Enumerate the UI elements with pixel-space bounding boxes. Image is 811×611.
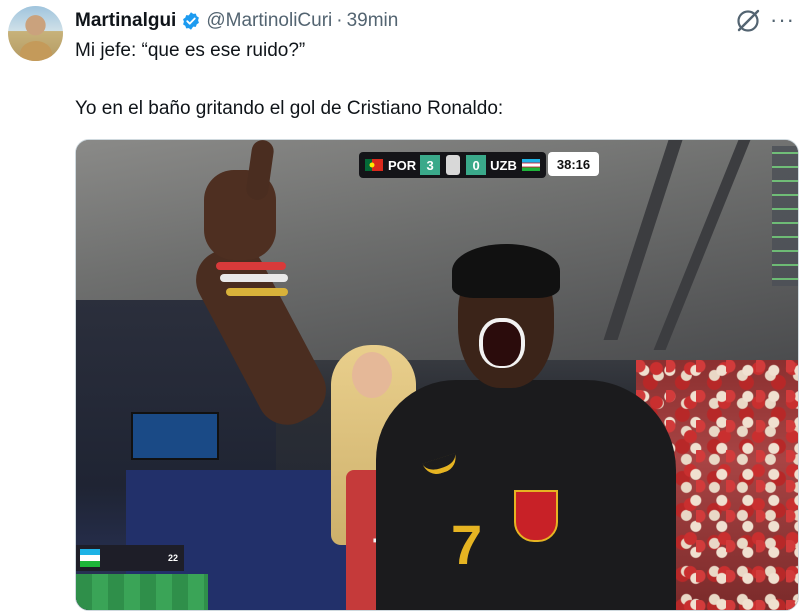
author-name[interactable]: Martinalgui [75, 10, 176, 32]
bracelet [216, 262, 286, 270]
chat-overlay [772, 146, 798, 286]
away-score: 0 [466, 155, 487, 175]
home-score: 3 [420, 155, 441, 175]
post-time[interactable]: 39min [347, 10, 399, 32]
post-image[interactable]: 7 7 POR 3 0 UZB 38:16 22 [75, 139, 799, 611]
author-handle[interactable]: @MartinoliCuri [206, 10, 332, 32]
fan-open-mouth [479, 318, 525, 368]
trophy-icon [446, 155, 461, 175]
portugal-flag-icon [365, 159, 383, 171]
bracelet [220, 274, 288, 282]
header-separator: · [336, 10, 343, 31]
uzbekistan-flag-icon [521, 159, 540, 171]
banner-flag-icon [80, 549, 100, 567]
woman-face [352, 352, 392, 398]
match-clock: 38:16 [548, 152, 599, 176]
jersey-number: 7 [451, 513, 483, 576]
stream-corner-banner: 22 [76, 545, 184, 571]
post-header: Martinalgui @MartinoliCuri · 39min [75, 9, 398, 33]
fan-hair [452, 244, 560, 298]
pitch-preview [76, 574, 208, 610]
away-team-code: UZB [490, 157, 517, 173]
portugal-crest [514, 490, 558, 542]
tv-monitor [131, 412, 219, 460]
verified-badge-icon [183, 12, 200, 30]
banner-number: 22 [167, 553, 178, 563]
more-options-icon[interactable]: ··· [770, 9, 795, 31]
scoreboard: POR 3 0 UZB [359, 152, 546, 178]
author-avatar[interactable] [8, 6, 63, 61]
grok-icon[interactable] [735, 8, 761, 34]
post-text-line-2: Yo en el baño gritando el gol de Cristia… [75, 98, 504, 119]
home-team-code: POR [388, 157, 417, 173]
bracelet [226, 288, 288, 296]
post-text-line-1: Mi jefe: “que es ese ruido?” [75, 40, 306, 61]
avatar-shirt [20, 41, 52, 61]
